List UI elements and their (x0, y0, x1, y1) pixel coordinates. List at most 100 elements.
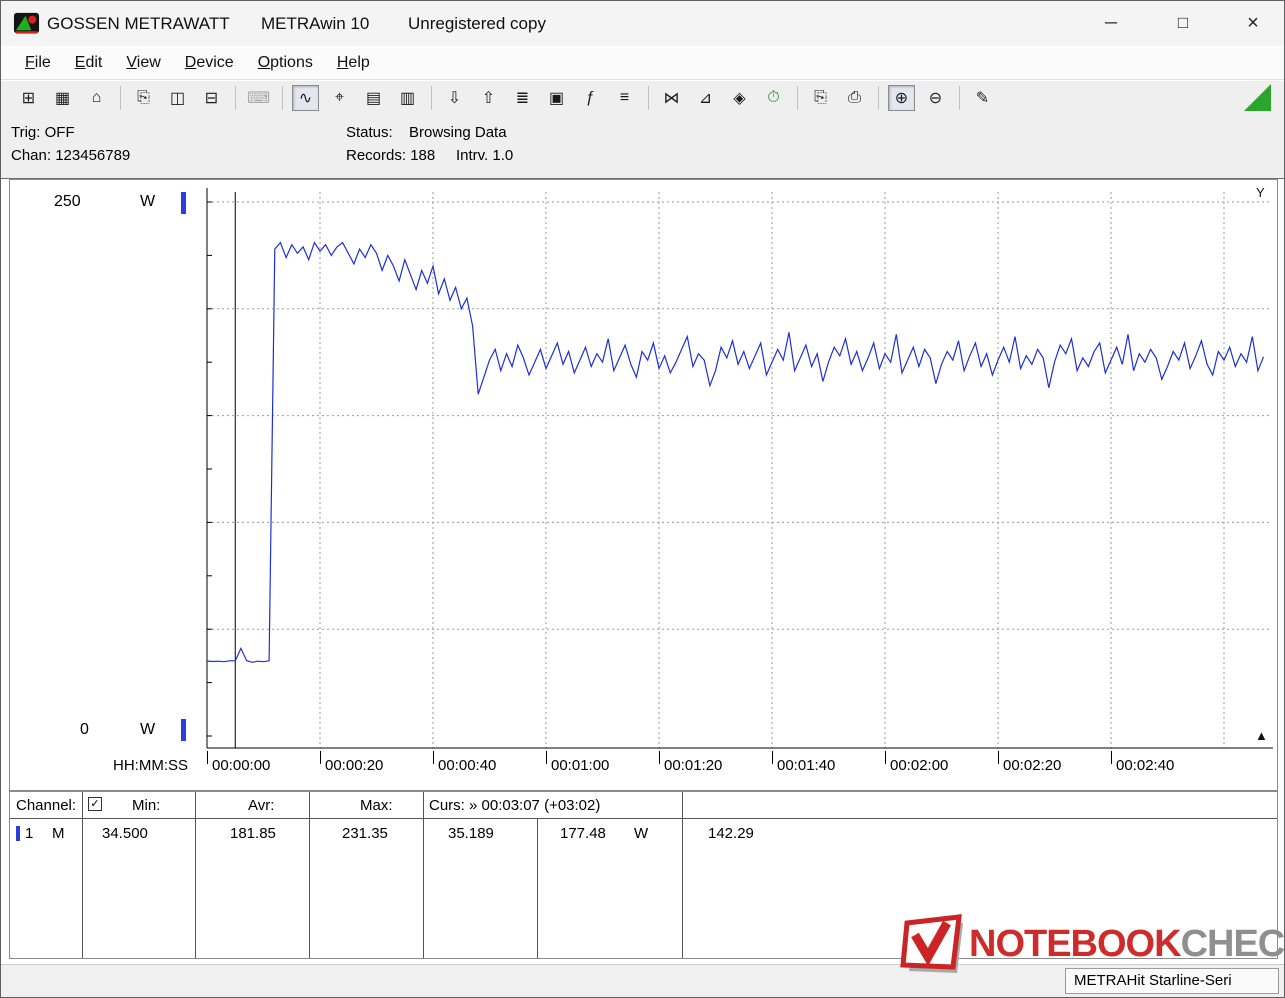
channel-visibility-checkbox[interactable]: ✓ (88, 797, 102, 811)
zoom-select-button[interactable]: ⊖ (922, 85, 949, 111)
y-axis-min-label: 0 (80, 721, 89, 739)
records-count: Records: 188 (346, 147, 435, 164)
y-axis-max-label: 250 (54, 193, 81, 211)
scope-view-button[interactable]: ⌖ (326, 85, 353, 111)
trigger-status: Trig: OFF (11, 124, 75, 141)
menubar: File Edit View Device Options Help (1, 47, 1284, 80)
app-window: GOSSEN METRAWATT METRAwin 10 Unregistere… (0, 0, 1285, 998)
timer-button[interactable]: ⏱ (760, 85, 787, 111)
x-tick-label: 00:01:00 (551, 757, 609, 774)
zoom-mode-button[interactable]: ⊕ (888, 85, 915, 111)
device-settings-button[interactable]: ≡ (611, 85, 638, 111)
status-label: Status: (346, 124, 393, 141)
compare-curves-button[interactable]: ⋈ (658, 85, 685, 111)
menu-device[interactable]: Device (173, 49, 246, 77)
menu-view[interactable]: View (114, 49, 172, 77)
channel-status: Chan: 123456789 (11, 147, 130, 164)
header-cursor: Curs: » 00:03:07 (+03:02) (429, 797, 600, 814)
edition-label: Unregistered copy (408, 14, 546, 34)
x-cursor-handle[interactable]: ▲ (1255, 728, 1268, 743)
x-tick-mark (998, 751, 999, 764)
column-divider (537, 818, 538, 958)
trend-view-button[interactable]: ∿ (292, 85, 319, 111)
menu-help[interactable]: Help (325, 49, 382, 77)
cell-diff: 142.29 (708, 825, 754, 842)
chart-area[interactable]: 250 W 0 W Y ▲ HH:MM:SS 00:00:0000:00:200… (9, 179, 1278, 791)
cell-channel: 1 (25, 825, 33, 842)
trend-plot[interactable] (10, 180, 1277, 750)
open-folder-button[interactable]: ⌂ (83, 85, 110, 111)
toolbar: ⊞ ▦ ⌂ ⎘ ◫ ⊟ ⌨ ∿ ⌖ ▤ ▥ ⇩ ⇧ ≣ ▣ ƒ ≡ ⋈ ⊿ ◈ ⏱ ⎘ ⎙ ⊕ ⊖ ✎ (1, 81, 1284, 116)
table-header-divider (10, 818, 1277, 819)
toolbar-separator (282, 86, 283, 110)
envelope-curve-button[interactable]: ⊿ (692, 85, 719, 111)
y-cursor-handle[interactable]: Y (1256, 185, 1265, 200)
app-title: METRAwin 10 (261, 14, 369, 34)
cell-avr: 181.85 (230, 825, 276, 842)
interval-value: Intrv. 1.0 (456, 147, 513, 164)
menu-file[interactable]: File (13, 49, 63, 77)
export-data-button[interactable]: ⎘ (130, 85, 157, 111)
toolbar-separator (120, 86, 121, 110)
titlebar: GOSSEN METRAWATT METRAwin 10 Unregistere… (1, 1, 1284, 46)
copy-view-button[interactable]: ⊟ (198, 85, 225, 111)
open-file-button[interactable]: ⊞ (15, 85, 42, 111)
cell-mode: M (52, 825, 65, 842)
x-tick-mark (772, 751, 773, 764)
power-trace (207, 243, 1264, 663)
save-file-button[interactable]: ▦ (49, 85, 76, 111)
x-tick-mark (320, 751, 321, 764)
maximize-button[interactable]: □ (1166, 9, 1200, 37)
column-divider (682, 792, 683, 958)
x-tick-mark (546, 751, 547, 764)
notebookcheck-watermark: NOTEBOOK CHECK (899, 913, 1285, 975)
toolbar-separator (648, 86, 649, 110)
x-tick-label: 00:02:40 (1116, 757, 1174, 774)
toolbar-separator (878, 86, 879, 110)
y-range-bottom-handle[interactable] (181, 719, 186, 741)
column-divider (195, 792, 196, 958)
merge-files-button[interactable]: ◈ (726, 85, 753, 111)
watermark-notebook-text: NOTEBOOK (969, 923, 1181, 966)
online-monitor-button[interactable]: ▣ (543, 85, 570, 111)
bar-graph-view-button[interactable]: ▥ (394, 85, 421, 111)
minimize-button[interactable]: ─ (1094, 9, 1128, 37)
cell-cursor2: 177.48 (560, 825, 606, 842)
memory-read-button[interactable]: ≣ (509, 85, 536, 111)
x-tick-label: 00:00:00 (212, 757, 270, 774)
watermark-check-text: CHECK (1181, 923, 1285, 966)
x-tick-label: 00:01:40 (777, 757, 835, 774)
column-divider (309, 792, 310, 958)
header-avr: Avr: (248, 797, 274, 814)
cell-unit: W (634, 825, 648, 842)
table-view-button[interactable]: ▤ (360, 85, 387, 111)
toolbar-separator (959, 86, 960, 110)
header-max: Max: (360, 797, 393, 814)
cell-cursor1: 35.189 (448, 825, 494, 842)
toolbar-separator (431, 86, 432, 110)
cell-min: 34.500 (102, 825, 148, 842)
formula-button[interactable]: ƒ (577, 85, 604, 111)
x-tick-label: 00:01:20 (664, 757, 722, 774)
menu-options[interactable]: Options (246, 49, 325, 77)
print-button[interactable]: ⎙ (841, 85, 868, 111)
write-device-button[interactable]: ⇧ (475, 85, 502, 111)
toolbar-separator (797, 86, 798, 110)
annotation-button[interactable]: ✎ (969, 85, 996, 111)
x-tick-label: 00:00:40 (438, 757, 496, 774)
y-range-top-handle[interactable] (181, 192, 186, 214)
read-device-button[interactable]: ⇩ (441, 85, 468, 111)
status-value: Browsing Data (409, 124, 507, 141)
menu-edit[interactable]: Edit (63, 49, 115, 77)
snapshot-button[interactable]: ◫ (164, 85, 191, 111)
x-tick-label: 00:00:20 (325, 757, 383, 774)
status-panel: Trig: OFF Chan: 123456789 Status: Browsi… (1, 116, 1284, 179)
cell-max: 231.35 (342, 825, 388, 842)
app-logo-icon (13, 10, 40, 37)
channel-color-bar (16, 826, 20, 841)
y-axis-unit-bottom: W (140, 721, 155, 739)
column-divider (423, 792, 424, 958)
print-preview-button[interactable]: ⎘ (807, 85, 834, 111)
keyboard-entry-button: ⌨ (245, 85, 272, 111)
close-button[interactable]: × (1236, 9, 1270, 37)
